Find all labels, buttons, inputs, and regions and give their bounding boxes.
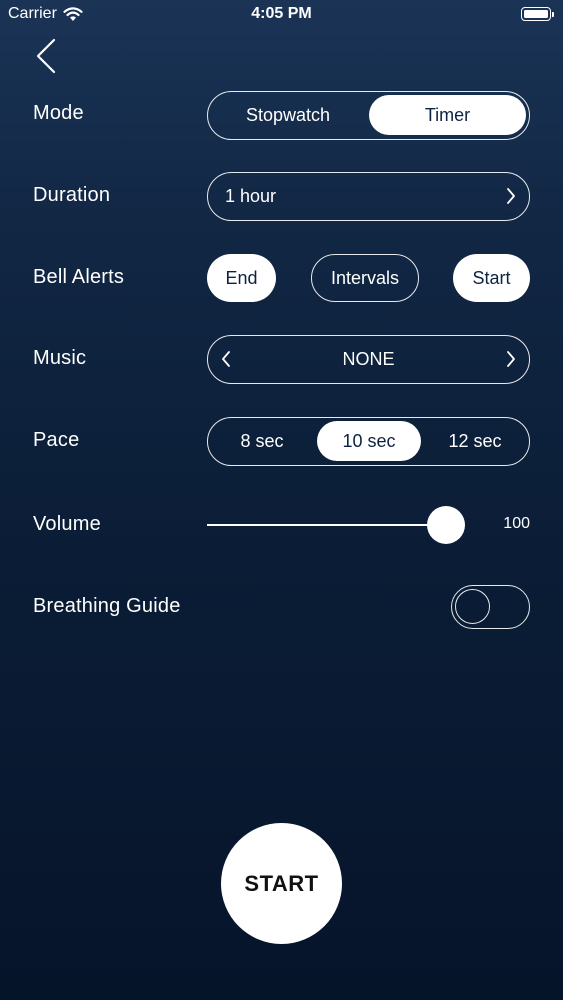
pace-segmented-control: 8 sec 10 sec 12 sec — [207, 417, 530, 466]
music-selector: NONE — [207, 335, 530, 384]
bell-alerts-label: Bell Alerts — [33, 266, 125, 288]
music-value: NONE — [342, 349, 395, 369]
volume-slider-track[interactable] — [207, 524, 447, 526]
back-chevron-icon[interactable] — [30, 36, 60, 76]
mode-segmented-control: Stopwatch Timer — [207, 91, 530, 140]
mode-label: Mode — [33, 102, 84, 124]
bell-alert-intervals[interactable]: Intervals — [311, 254, 419, 302]
mode-option-stopwatch[interactable]: Stopwatch — [208, 92, 368, 138]
duration-selector[interactable]: 1 hour — [207, 172, 530, 221]
status-time: 4:05 PM — [251, 5, 312, 22]
battery-icon — [521, 7, 554, 21]
chevron-right-icon — [507, 188, 515, 204]
duration-value: 1 hour — [225, 186, 277, 206]
music-label: Music — [33, 347, 87, 369]
pace-option-10[interactable]: 10 sec — [317, 421, 421, 461]
pace-option-12[interactable]: 12 sec — [421, 418, 529, 464]
duration-label: Duration — [33, 184, 111, 206]
breathing-guide-label: Breathing Guide — [33, 595, 181, 617]
mode-option-timer[interactable]: Timer — [369, 95, 526, 135]
toggle-knob — [455, 589, 490, 624]
pace-option-8[interactable]: 8 sec — [208, 418, 316, 464]
volume-slider-thumb[interactable] — [427, 506, 465, 544]
pace-label: Pace — [33, 429, 80, 451]
volume-value: 100 — [503, 515, 530, 532]
volume-label: Volume — [33, 513, 101, 535]
breathing-guide-toggle[interactable] — [451, 585, 530, 629]
status-bar: Carrier 4:05 PM — [0, 0, 563, 30]
start-button[interactable]: START — [221, 823, 342, 944]
chevron-right-icon[interactable] — [505, 349, 517, 369]
bell-alert-start[interactable]: Start — [453, 254, 530, 302]
bell-alert-end[interactable]: End — [207, 254, 276, 302]
